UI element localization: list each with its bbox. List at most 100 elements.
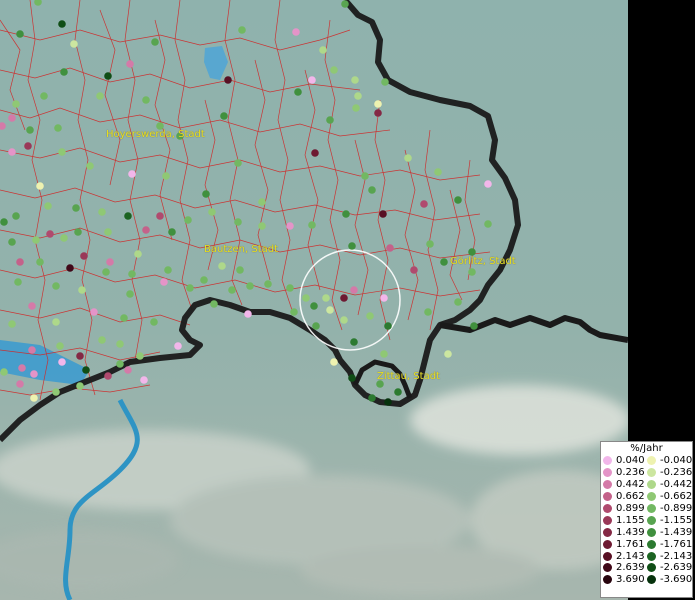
- measurement-marker[interactable]: [420, 200, 428, 208]
- measurement-marker[interactable]: [78, 286, 86, 294]
- measurement-marker[interactable]: [374, 100, 382, 108]
- measurement-marker[interactable]: [16, 258, 24, 266]
- measurement-marker[interactable]: [200, 276, 208, 284]
- measurement-marker[interactable]: [444, 350, 452, 358]
- measurement-marker[interactable]: [0, 368, 8, 376]
- measurement-marker[interactable]: [14, 278, 22, 286]
- measurement-marker[interactable]: [156, 212, 164, 220]
- measurement-marker[interactable]: [352, 104, 360, 112]
- measurement-marker[interactable]: [484, 220, 492, 228]
- measurement-marker[interactable]: [128, 170, 136, 178]
- measurement-marker[interactable]: [58, 20, 66, 28]
- measurement-marker[interactable]: [72, 204, 80, 212]
- measurement-marker[interactable]: [96, 92, 104, 100]
- measurement-marker[interactable]: [24, 142, 32, 150]
- measurement-marker[interactable]: [124, 212, 132, 220]
- measurement-marker[interactable]: [384, 322, 392, 330]
- measurement-marker[interactable]: [374, 109, 382, 117]
- measurement-marker[interactable]: [434, 168, 442, 176]
- measurement-marker[interactable]: [40, 92, 48, 100]
- measurement-marker[interactable]: [484, 180, 492, 188]
- measurement-marker[interactable]: [410, 266, 418, 274]
- measurement-marker[interactable]: [218, 262, 226, 270]
- measurement-marker[interactable]: [308, 76, 316, 84]
- measurement-marker[interactable]: [258, 198, 266, 206]
- measurement-marker[interactable]: [150, 318, 158, 326]
- measurement-marker[interactable]: [246, 282, 254, 290]
- measurement-marker[interactable]: [368, 394, 376, 402]
- measurement-marker[interactable]: [326, 116, 334, 124]
- measurement-marker[interactable]: [424, 308, 432, 316]
- measurement-marker[interactable]: [106, 258, 114, 266]
- measurement-marker[interactable]: [151, 38, 159, 46]
- measurement-marker[interactable]: [350, 338, 358, 346]
- measurement-marker[interactable]: [56, 342, 64, 350]
- measurement-marker[interactable]: [454, 196, 462, 204]
- measurement-marker[interactable]: [8, 148, 16, 156]
- measurement-marker[interactable]: [386, 244, 394, 252]
- measurement-marker[interactable]: [168, 228, 176, 236]
- measurement-marker[interactable]: [58, 148, 66, 156]
- measurement-marker[interactable]: [322, 294, 330, 302]
- measurement-marker[interactable]: [80, 252, 88, 260]
- measurement-marker[interactable]: [162, 172, 170, 180]
- measurement-marker[interactable]: [86, 162, 94, 170]
- measurement-marker[interactable]: [236, 266, 244, 274]
- measurement-marker[interactable]: [348, 242, 356, 250]
- measurement-marker[interactable]: [258, 222, 266, 230]
- measurement-marker[interactable]: [224, 76, 232, 84]
- measurement-marker[interactable]: [52, 318, 60, 326]
- measurement-marker[interactable]: [32, 236, 40, 244]
- measurement-marker[interactable]: [210, 300, 218, 308]
- measurement-marker[interactable]: [136, 352, 144, 360]
- measurement-marker[interactable]: [468, 268, 476, 276]
- measurement-marker[interactable]: [330, 358, 338, 366]
- measurement-marker[interactable]: [104, 372, 112, 380]
- measurement-marker[interactable]: [58, 358, 66, 366]
- measurement-marker[interactable]: [381, 78, 389, 86]
- measurement-marker[interactable]: [54, 124, 62, 132]
- measurement-marker[interactable]: [76, 382, 84, 390]
- measurement-marker[interactable]: [104, 72, 112, 80]
- measurement-marker[interactable]: [380, 294, 388, 302]
- measurement-marker[interactable]: [90, 308, 98, 316]
- measurement-marker[interactable]: [186, 284, 194, 292]
- measurement-marker[interactable]: [404, 154, 412, 162]
- measurement-marker[interactable]: [340, 294, 348, 302]
- measurement-marker[interactable]: [70, 40, 78, 48]
- measurement-marker[interactable]: [102, 268, 110, 276]
- measurement-marker[interactable]: [286, 222, 294, 230]
- measurement-marker[interactable]: [340, 316, 348, 324]
- measurement-marker[interactable]: [470, 322, 478, 330]
- measurement-marker[interactable]: [308, 221, 316, 229]
- measurement-marker[interactable]: [82, 366, 90, 374]
- measurement-marker[interactable]: [264, 280, 272, 288]
- measurement-marker[interactable]: [351, 76, 359, 84]
- measurement-marker[interactable]: [286, 284, 294, 292]
- measurement-marker[interactable]: [116, 340, 124, 348]
- measurement-marker[interactable]: [116, 360, 124, 368]
- measurement-marker[interactable]: [0, 218, 8, 226]
- measurement-marker[interactable]: [234, 218, 242, 226]
- measurement-marker[interactable]: [98, 336, 106, 344]
- measurement-marker[interactable]: [342, 210, 350, 218]
- measurement-marker[interactable]: [126, 60, 134, 68]
- measurement-marker[interactable]: [52, 282, 60, 290]
- measurement-marker[interactable]: [44, 202, 52, 210]
- measurement-marker[interactable]: [30, 394, 38, 402]
- measurement-marker[interactable]: [18, 364, 26, 372]
- measurement-marker[interactable]: [366, 312, 374, 320]
- measurement-marker[interactable]: [454, 298, 462, 306]
- measurement-marker[interactable]: [98, 208, 106, 216]
- measurement-marker[interactable]: [361, 172, 369, 180]
- measurement-marker[interactable]: [379, 210, 387, 218]
- measurement-marker[interactable]: [292, 28, 300, 36]
- measurement-marker[interactable]: [341, 0, 349, 8]
- measurement-marker[interactable]: [66, 264, 74, 272]
- measurement-marker[interactable]: [8, 320, 16, 328]
- measurement-marker[interactable]: [310, 302, 318, 310]
- measurement-marker[interactable]: [174, 342, 182, 350]
- measurement-marker[interactable]: [319, 46, 327, 54]
- measurement-marker[interactable]: [16, 30, 24, 38]
- measurement-marker[interactable]: [12, 212, 20, 220]
